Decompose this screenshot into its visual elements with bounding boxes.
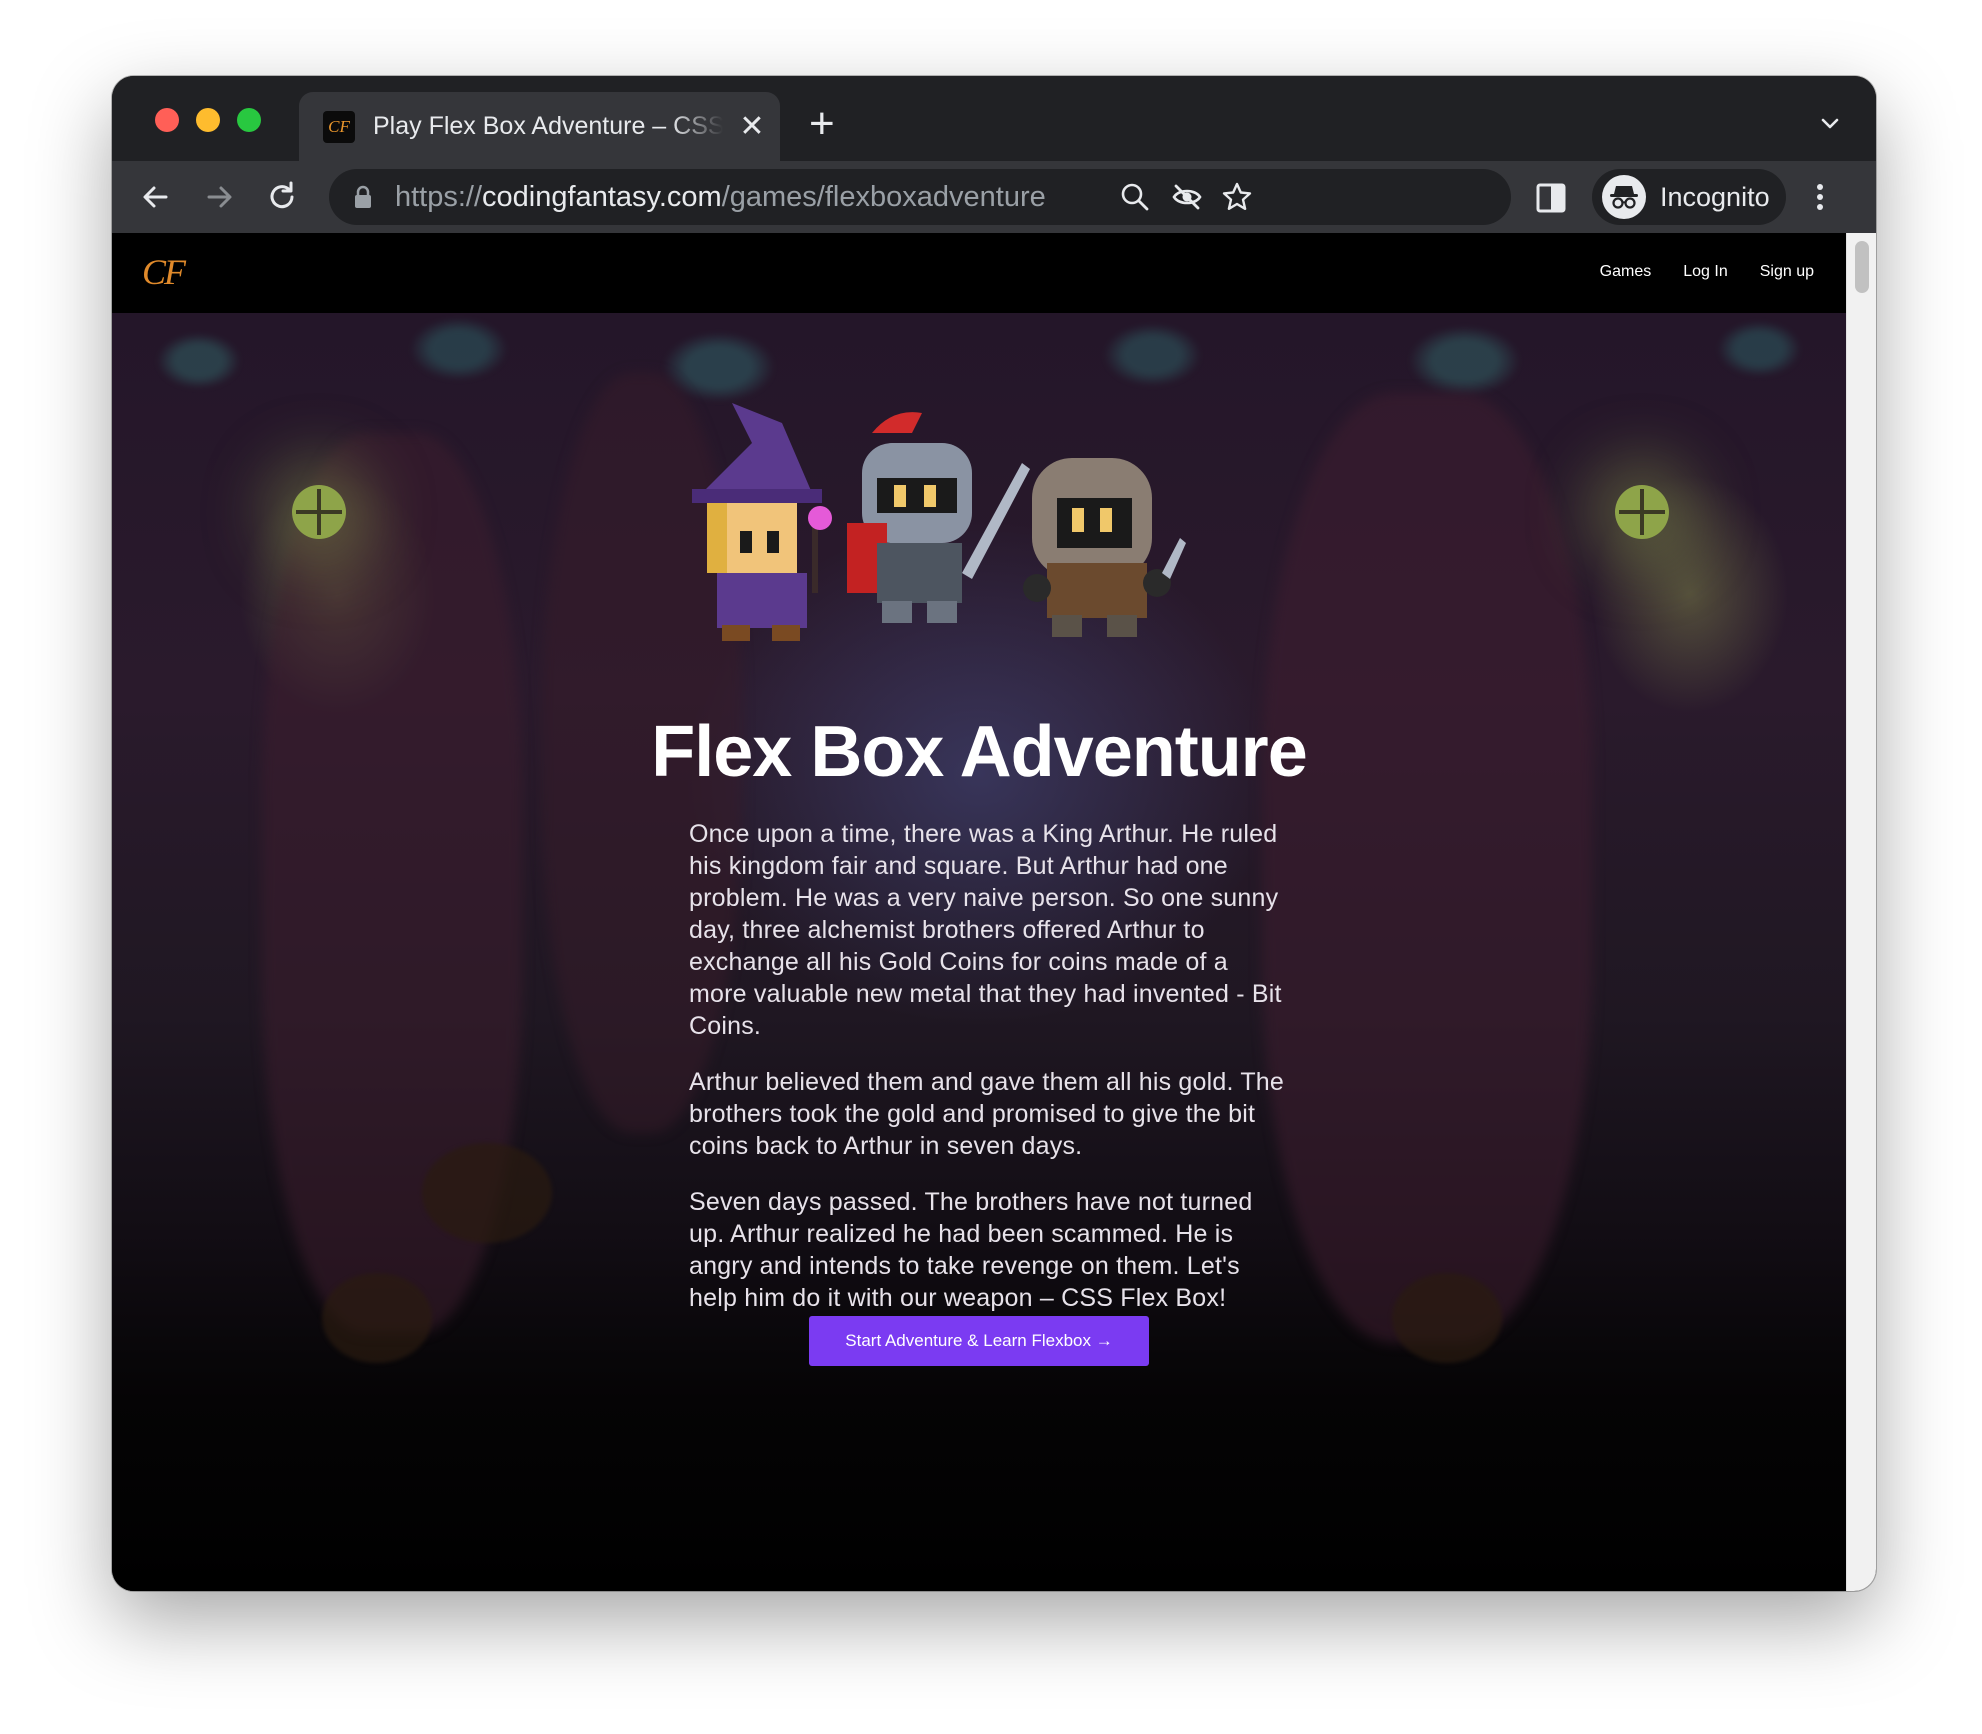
site-header: CF Games Log In Sign up — [112, 233, 1846, 313]
address-bar[interactable]: https://codingfantasy.com/games/flexboxa… — [329, 169, 1511, 225]
nav-link-login[interactable]: Log In — [1683, 263, 1727, 281]
lantern-decoration — [1615, 485, 1669, 539]
lantern-decoration — [292, 485, 346, 539]
new-tab-button[interactable]: + — [809, 102, 835, 146]
lock-icon[interactable] — [353, 185, 373, 209]
incognito-label: Incognito — [1660, 181, 1770, 212]
zoom-search-icon[interactable] — [1119, 181, 1151, 213]
page-title: Flex Box Adventure — [651, 712, 1308, 792]
hero-characters-illustration — [692, 403, 1186, 641]
story-paragraph-3: Seven days passed. The brothers have not… — [689, 1188, 1253, 1312]
url-scheme: https:// — [395, 181, 483, 213]
eye-off-icon[interactable] — [1171, 181, 1203, 213]
story-text: Once upon a time, there was a King Arthu… — [689, 818, 1289, 1338]
reload-icon[interactable] — [262, 177, 302, 217]
url-path: /games/flexboxadventure — [721, 181, 1046, 213]
nav-link-games[interactable]: Games — [1600, 263, 1652, 281]
forward-arrow-icon[interactable] — [199, 177, 239, 217]
start-adventure-button[interactable]: Start Adventure & Learn Flexbox → — [809, 1316, 1149, 1366]
close-window-button[interactable] — [155, 108, 179, 132]
site-logo[interactable]: CF — [142, 251, 186, 293]
site-page: CF Games Log In Sign up Flex Box Adventu… — [112, 233, 1846, 1591]
tab-close-icon[interactable]: ✕ — [737, 111, 767, 142]
knight-character-icon — [847, 412, 1030, 623]
pumpkin-decoration — [422, 1143, 552, 1243]
bookmark-star-icon[interactable] — [1221, 181, 1253, 213]
page-scrollbar[interactable] — [1846, 233, 1876, 1591]
side-panel-icon[interactable] — [1536, 183, 1566, 213]
tab-title: Play Flex Box Adventure – CSS — [373, 112, 723, 140]
site-nav-links: Games Log In Sign up — [1600, 263, 1814, 281]
window-controls — [155, 108, 261, 132]
tab-search-chevron-icon[interactable] — [1818, 112, 1842, 136]
pumpkin-decoration — [1392, 1273, 1502, 1363]
browser-tab-active[interactable]: CF Play Flex Box Adventure – CSS ✕ — [299, 92, 780, 161]
site-favicon-icon: CF — [323, 110, 355, 143]
page-viewport: CF Games Log In Sign up Flex Box Adventu… — [112, 233, 1876, 1591]
url-host: codingfantasy.com — [482, 181, 722, 213]
story-paragraph-2: Arthur believed them and gave them all h… — [689, 1068, 1285, 1160]
hero-section: Flex Box Adventure Once upon a time, the… — [112, 313, 1846, 1591]
browser-window: CF Play Flex Box Adventure – CSS ✕ + htt… — [112, 76, 1876, 1591]
story-paragraph-1: Once upon a time, there was a King Arthu… — [689, 820, 1282, 1040]
pumpkin-decoration — [322, 1273, 432, 1363]
incognito-icon — [1602, 175, 1646, 219]
scrollbar-thumb[interactable] — [1855, 241, 1869, 293]
browser-toolbar: https://codingfantasy.com/games/flexboxa… — [112, 161, 1876, 233]
maximize-window-button[interactable] — [237, 108, 261, 132]
url-text[interactable]: https://codingfantasy.com/games/flexboxa… — [395, 181, 1046, 214]
browser-titlebar: CF Play Flex Box Adventure – CSS ✕ + — [112, 76, 1876, 161]
rogue-character-icon — [1023, 458, 1186, 637]
wizard-character-icon — [692, 403, 832, 641]
minimize-window-button[interactable] — [196, 108, 220, 132]
more-options-icon[interactable] — [1812, 181, 1828, 213]
incognito-profile-button[interactable]: Incognito — [1592, 169, 1786, 225]
nav-link-signup[interactable]: Sign up — [1760, 263, 1814, 281]
back-arrow-icon[interactable] — [136, 177, 176, 217]
